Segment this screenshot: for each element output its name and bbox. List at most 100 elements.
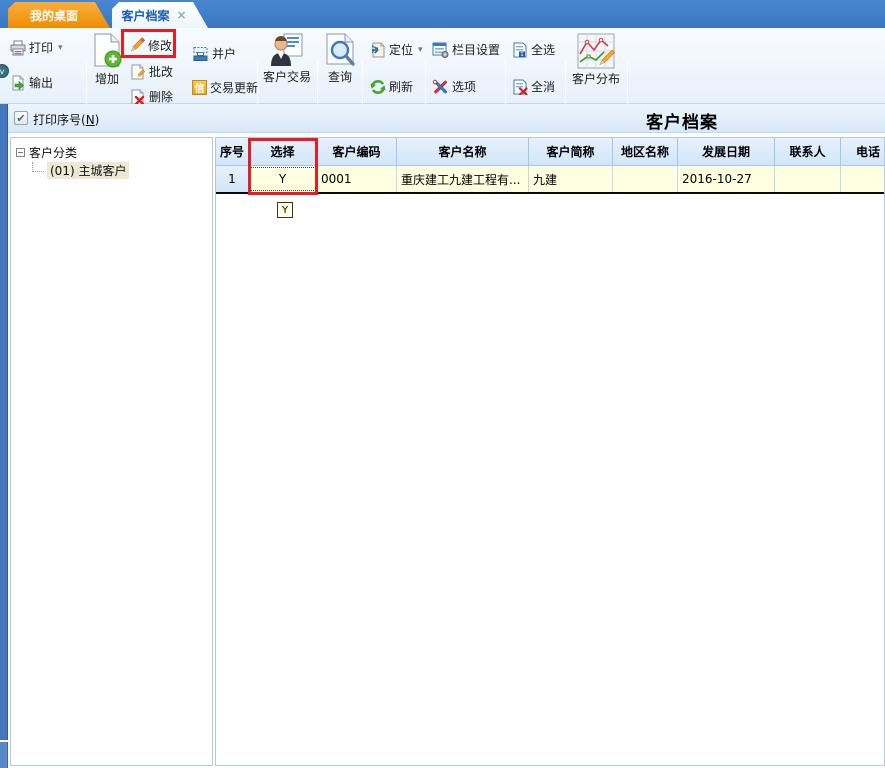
trade-update-label: 交易更新 — [210, 79, 258, 96]
checkbox-label-suffix: ) — [95, 113, 100, 127]
svg-text:1: 1 — [520, 52, 523, 58]
distribution-label: 客户分布 — [572, 70, 620, 87]
tree-child-label: (01) 主城客户 — [47, 162, 129, 179]
batch-edit-label: 批改 — [149, 63, 173, 80]
merge-label: 并户 — [212, 45, 236, 62]
locate-button[interactable]: 定位 ▾ — [370, 41, 423, 58]
tab-my-desktop-label: 我的桌面 — [30, 7, 78, 24]
cell-select[interactable]: Y — [249, 166, 317, 192]
clear-all-icon — [512, 79, 528, 95]
trade-update-button[interactable]: 信 交易更新 — [192, 79, 258, 96]
edit-label: 修改 — [148, 37, 172, 54]
column-header-select[interactable]: 选择 — [249, 138, 317, 166]
select-all-icon: 1 — [512, 42, 528, 58]
cell-serial[interactable]: 1 — [216, 166, 249, 192]
tab-my-desktop[interactable]: 我的桌面 — [8, 2, 110, 28]
tab-bar: 我的桌面 客户档案 × — [0, 0, 885, 28]
select-all-label: 全选 — [531, 41, 555, 58]
add-icon — [90, 32, 124, 70]
select-value-tooltip: Y — [277, 202, 293, 218]
column-settings-button[interactable]: 栏目设置 — [432, 41, 500, 58]
merge-accounts-icon — [192, 46, 209, 62]
printer-icon — [10, 40, 26, 56]
query-label: 查询 — [328, 68, 352, 85]
clear-all-label: 全消 — [531, 78, 555, 95]
locate-icon — [370, 42, 386, 58]
cell-region[interactable] — [613, 166, 678, 192]
cell-short-name[interactable]: 九建 — [529, 166, 613, 192]
column-header-short-name[interactable]: 客户简称 — [529, 138, 613, 166]
checkbox-label-prefix: 打印序号( — [33, 113, 86, 127]
refresh-label: 刷新 — [389, 78, 413, 95]
cell-phone[interactable] — [841, 166, 885, 192]
tree-root-label: 客户分类 — [29, 144, 77, 161]
tree-collapse-icon[interactable]: − — [16, 148, 25, 157]
export-label: 输出 — [29, 74, 53, 91]
print-serial-checkbox[interactable]: ✔ — [14, 111, 28, 125]
locate-label: 定位 — [389, 41, 413, 58]
chevron-down-icon[interactable]: ▾ — [58, 43, 63, 53]
checkbox-label-hotkey: N — [86, 113, 95, 127]
left-collapse-strip[interactable] — [0, 104, 8, 740]
options-icon — [432, 79, 449, 95]
tree-node-main-city-customer[interactable]: (01) 主城客户 — [32, 162, 129, 179]
add-button[interactable]: 增加 — [88, 32, 126, 87]
customer-table-panel: 序号 选择 客户编码 客户名称 客户简称 地区名称 发展日期 联系人 电话 1 … — [215, 137, 885, 766]
query-button[interactable]: 查询 — [322, 32, 358, 85]
print-label: 打印 — [29, 39, 53, 56]
delete-label: 删除 — [149, 88, 173, 105]
collapse-chevron-icon[interactable]: v — [0, 64, 9, 78]
category-tree-panel: − 客户分类 (01) 主城客户 — [10, 137, 213, 766]
options-button[interactable]: 选项 — [432, 78, 476, 95]
tab-customer-archive-label: 客户档案 — [121, 7, 169, 24]
select-all-button[interactable]: 1 全选 — [512, 41, 555, 58]
customer-trade-icon — [269, 32, 305, 68]
cell-dev-date[interactable]: 2016-10-27 — [678, 166, 775, 192]
column-header-code[interactable]: 客户编码 — [317, 138, 397, 166]
print-serial-checkbox-label: 打印序号(N) — [33, 111, 99, 128]
batch-edit-icon — [130, 64, 146, 80]
delete-icon — [130, 89, 146, 105]
column-header-phone[interactable]: 电话 — [841, 138, 885, 166]
cell-name[interactable]: 重庆建工九建工程有... — [397, 166, 529, 192]
cell-contact[interactable] — [775, 166, 841, 192]
merge-button[interactable]: 并户 — [192, 45, 236, 62]
page-title: 客户档案 — [646, 108, 718, 133]
column-header-dev-date[interactable]: 发展日期 — [678, 138, 775, 166]
column-header-contact[interactable]: 联系人 — [775, 138, 841, 166]
refresh-button[interactable]: 刷新 — [370, 78, 413, 95]
left-collapse-strip-bottom[interactable] — [0, 742, 8, 768]
export-button[interactable]: 输出 — [10, 74, 53, 91]
delete-button[interactable]: 删除 — [130, 88, 173, 105]
distribution-chart-icon — [576, 32, 616, 70]
filter-bar: ✔ 打印序号(N) 客户档案 — [0, 104, 885, 133]
pencil-icon — [128, 37, 145, 54]
query-icon — [323, 32, 357, 68]
chevron-down-icon[interactable]: ▾ — [418, 45, 423, 55]
customer-trade-button[interactable]: 客户交易 — [260, 32, 314, 85]
export-icon — [10, 75, 26, 91]
close-icon[interactable]: × — [176, 8, 186, 22]
tree-node-customer-category[interactable]: − 客户分类 — [16, 144, 77, 161]
cell-code[interactable]: 0001 — [317, 166, 397, 192]
column-settings-icon — [432, 42, 449, 58]
app-window: 我的桌面 客户档案 × v 打印 ▾ — [0, 0, 885, 768]
clear-all-button[interactable]: 全消 — [512, 78, 555, 95]
batch-edit-button[interactable]: 批改 — [130, 63, 173, 80]
add-label: 增加 — [95, 70, 119, 87]
tab-customer-archive[interactable]: 客户档案 × — [112, 2, 208, 28]
column-header-name[interactable]: 客户名称 — [397, 138, 529, 166]
column-header-region[interactable]: 地区名称 — [613, 138, 678, 166]
print-button[interactable]: 打印 ▾ — [10, 39, 63, 56]
column-header-serial[interactable]: 序号 — [216, 138, 249, 166]
edit-button[interactable]: 修改 — [128, 37, 172, 54]
options-label: 选项 — [452, 78, 476, 95]
customer-trade-label: 客户交易 — [263, 68, 311, 85]
table-row[interactable]: 1 Y 0001 重庆建工九建工程有... 九建 2016-10-27 — [216, 166, 885, 194]
refresh-icon — [370, 79, 386, 95]
column-settings-label: 栏目设置 — [452, 41, 500, 58]
tree-connector — [32, 162, 44, 172]
table-header-row: 序号 选择 客户编码 客户名称 客户简称 地区名称 发展日期 联系人 电话 — [216, 138, 885, 166]
distribution-button[interactable]: 客户分布 — [566, 32, 626, 87]
trade-update-icon: 信 — [192, 80, 207, 95]
